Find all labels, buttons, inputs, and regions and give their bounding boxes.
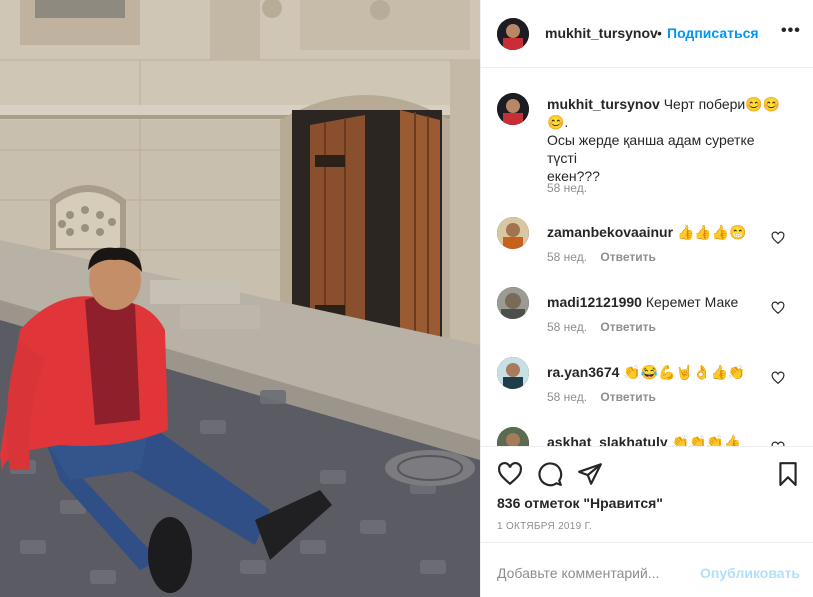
comment-meta: 58 нед. Ответить — [547, 390, 656, 404]
follow-button[interactable]: Подписаться — [667, 25, 759, 41]
author-username[interactable]: mukhit_tursynov — [545, 25, 658, 41]
caption-time[interactable]: 58 нед. — [547, 181, 587, 195]
avatar-image — [497, 18, 529, 50]
comment-text: 👍👍👍😁 — [676, 224, 747, 240]
reply-button[interactable]: Ответить — [600, 390, 655, 404]
comment-meta: 58 нед. Ответить — [547, 250, 656, 264]
comment-text: 👏👏👏👍 — [671, 434, 742, 446]
comments-list[interactable]: mukhit_tursynov Черт побери😊😊 😊. Осы жер… — [481, 69, 813, 446]
comment-text: 👏😂💪🤘👌👍👏 — [623, 364, 746, 380]
share-paper-plane-icon[interactable] — [577, 461, 603, 487]
avatar-image — [497, 357, 529, 389]
commenter-avatar[interactable] — [497, 357, 529, 389]
like-heart-icon[interactable] — [497, 461, 523, 487]
comment-like-heart-icon[interactable] — [771, 231, 785, 245]
comment-like-heart-icon[interactable] — [771, 301, 785, 315]
caption-username[interactable]: mukhit_tursynov — [547, 96, 660, 112]
more-options-icon[interactable]: ••• — [781, 22, 801, 40]
author-avatar[interactable] — [497, 18, 529, 50]
post-side-panel: mukhit_tursynov • Подписаться ••• mukhit… — [480, 0, 813, 597]
comment-username[interactable]: zamanbekovaainur — [547, 224, 673, 240]
photo-illustration — [0, 0, 480, 597]
publish-button[interactable]: Опубликовать — [700, 565, 800, 581]
comment-text: Керемет Маке — [645, 294, 739, 310]
avatar-image — [497, 217, 529, 249]
separator-dot: • — [657, 25, 662, 41]
comment-time[interactable]: 58 нед. — [547, 250, 587, 264]
comment-time[interactable]: 58 нед. — [547, 390, 587, 404]
likes-count[interactable]: 836 отметок "Нравится" — [497, 495, 663, 511]
commenter-avatar[interactable] — [497, 427, 529, 446]
comment-like-heart-icon[interactable] — [771, 371, 785, 385]
caption-text-line3: Осы жерде қанша адам суретке түсті — [547, 132, 755, 166]
post-actions: 836 отметок "Нравится" 1 ОКТЯБРЯ 2019 Г. — [481, 446, 813, 543]
post-photo[interactable] — [0, 0, 480, 597]
reply-button[interactable]: Ответить — [600, 250, 655, 264]
comment-time[interactable]: 58 нед. — [547, 320, 587, 334]
comment-bubble-icon[interactable] — [537, 461, 563, 487]
avatar-image — [497, 427, 529, 446]
comment-username[interactable]: madi12121990 — [547, 294, 642, 310]
caption-text-line1: Черт побери😊😊 — [663, 96, 781, 112]
reply-button[interactable]: Ответить — [600, 320, 655, 334]
comment-meta: 58 нед. Ответить — [547, 320, 656, 334]
avatar-image — [497, 93, 529, 125]
instagram-post-view: mukhit_tursynov • Подписаться ••• mukhit… — [0, 0, 813, 597]
caption-author-avatar[interactable] — [497, 93, 529, 125]
comment-username[interactable]: askhat_slakhatuly — [547, 434, 668, 446]
post-header: mukhit_tursynov • Подписаться ••• — [481, 0, 813, 68]
add-comment-bar: Добавьте комментарий... Опубликовать — [481, 542, 813, 597]
comment-input[interactable]: Добавьте комментарий... — [497, 565, 659, 581]
avatar-image — [497, 287, 529, 319]
post-date[interactable]: 1 ОКТЯБРЯ 2019 Г. — [497, 521, 592, 532]
caption-text-line2: 😊. — [547, 114, 569, 130]
commenter-avatar[interactable] — [497, 287, 529, 319]
comment-username[interactable]: ra.yan3674 — [547, 364, 619, 380]
commenter-avatar[interactable] — [497, 217, 529, 249]
save-bookmark-icon[interactable] — [775, 461, 801, 487]
